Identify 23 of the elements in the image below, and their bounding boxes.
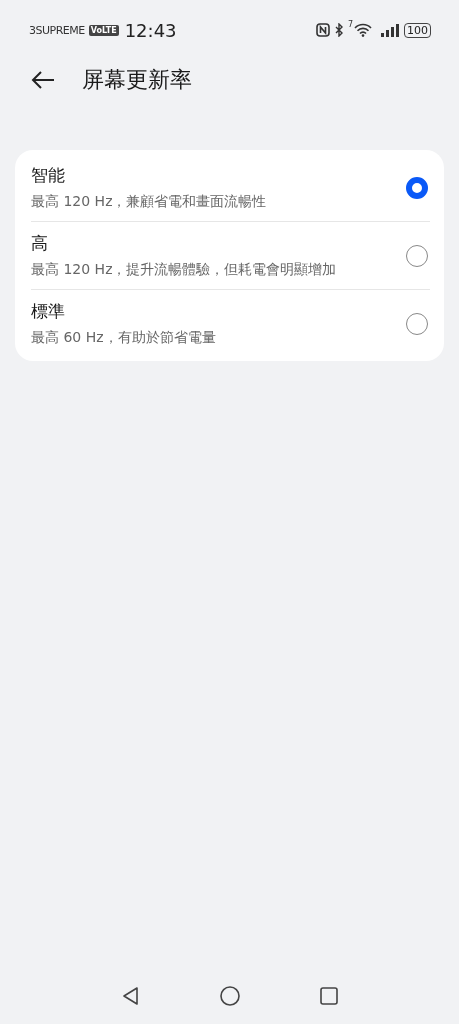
carrier-name: 3SUPREME: [29, 23, 85, 37]
option-description: 最高 60 Hz，有助於節省電量: [31, 328, 217, 347]
clock-time: 12:43: [124, 19, 177, 41]
option-title: 智能: [31, 164, 66, 187]
recents-nav-icon[interactable]: [318, 986, 339, 1006]
wifi-standard-label: 7: [347, 20, 353, 29]
option-row[interactable]: 智能 最高 120 Hz，兼顧省電和畫面流暢性: [31, 154, 430, 221]
option-description: 最高 120 Hz，提升流暢體驗，但耗電會明顯增加: [31, 260, 338, 279]
option-row[interactable]: 高 最高 120 Hz，提升流暢體驗，但耗電會明顯增加: [31, 221, 430, 289]
home-nav-icon[interactable]: [218, 985, 241, 1007]
option-title: 高: [31, 232, 49, 255]
battery-indicator: 100: [404, 22, 431, 38]
volte-badge: VoLTE: [88, 24, 119, 36]
radio-button[interactable]: [406, 176, 428, 199]
wifi-icon: [354, 23, 372, 37]
option-row[interactable]: 標準 最高 60 Hz，有助於節省電量: [31, 289, 430, 357]
option-title: 標準: [31, 300, 66, 323]
bluetooth-icon: [333, 23, 344, 37]
page-title: 屏幕更新率: [82, 66, 192, 94]
signal-icon: [380, 23, 400, 37]
back-nav-icon[interactable]: [120, 986, 141, 1006]
option-description: 最高 120 Hz，兼顧省電和畫面流暢性: [31, 192, 268, 211]
nfc-icon: [315, 23, 330, 37]
